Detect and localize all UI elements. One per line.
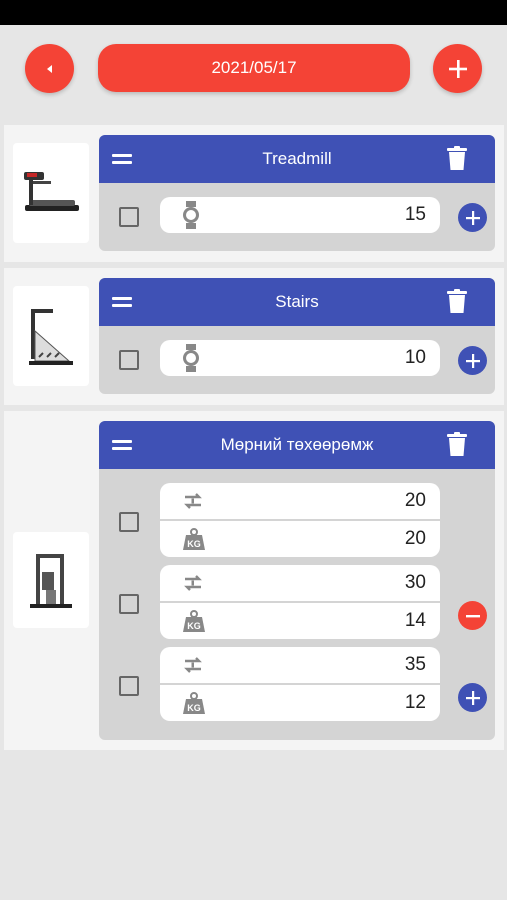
- duration-value: 10: [404, 347, 426, 368]
- set-fields: 20 KG 20: [160, 483, 440, 559]
- treadmill-image: [13, 143, 89, 243]
- plus-icon: [465, 353, 480, 368]
- reps-value: 35: [404, 654, 426, 675]
- exercise-title: Мөрний төхөөрөмж: [220, 435, 374, 454]
- minus-icon: [465, 614, 480, 617]
- plus-icon: [448, 59, 467, 78]
- set-checkbox[interactable]: [119, 350, 139, 370]
- kg-weight-icon: KG: [183, 610, 205, 632]
- trash-icon[interactable]: [447, 289, 467, 313]
- duration-value: 15: [404, 204, 426, 225]
- weight-value: 20: [404, 528, 426, 549]
- duration-field[interactable]: 15: [160, 197, 440, 233]
- watch-icon: [183, 201, 199, 229]
- weight-field[interactable]: KG 14: [160, 603, 440, 639]
- weight-field[interactable]: KG 12: [160, 685, 440, 721]
- trash-icon[interactable]: [447, 432, 467, 456]
- set-fields: 35 KG 12: [160, 647, 440, 723]
- reps-value: 20: [404, 490, 426, 511]
- exercise-card: Treadmill 15: [4, 125, 504, 262]
- kg-weight-icon: KG: [183, 528, 205, 550]
- weight-field[interactable]: KG 20: [160, 521, 440, 557]
- exercise-header: Treadmill: [99, 135, 495, 183]
- set-checkbox[interactable]: [119, 512, 139, 532]
- exercise-panel: Мөрний төхөөрөмж 20 KG 20 30 KG 14 35 KG…: [99, 421, 495, 740]
- back-arrow-icon: [46, 64, 52, 73]
- exercise-card: Мөрний төхөөрөмж 20 KG 20 30 KG 14 35 KG…: [4, 411, 504, 750]
- exercise-header: Мөрний төхөөрөмж: [99, 421, 495, 469]
- set-checkbox[interactable]: [119, 594, 139, 614]
- exercise-title: Stairs: [275, 292, 319, 311]
- duration-field[interactable]: 10: [160, 340, 440, 376]
- date-label: 2021/05/17: [211, 58, 297, 77]
- trash-icon[interactable]: [447, 146, 467, 170]
- set-checkbox[interactable]: [119, 207, 139, 227]
- kg-weight-icon: KG: [183, 692, 205, 714]
- drag-handle-icon[interactable]: [112, 154, 132, 164]
- repeat-icon: [184, 493, 202, 509]
- watch-icon: [183, 344, 199, 372]
- back-button[interactable]: [25, 44, 74, 93]
- date-button[interactable]: 2021/05/17: [98, 44, 410, 92]
- svg-text:KG: KG: [187, 621, 201, 631]
- reps-field[interactable]: 20: [160, 483, 440, 519]
- plus-icon: [465, 690, 480, 705]
- weight-value: 14: [404, 610, 426, 631]
- add-set-button[interactable]: [458, 346, 487, 375]
- shoulder-machine-image: [13, 532, 89, 628]
- repeat-icon: [184, 575, 202, 591]
- exercise-title: Treadmill: [262, 149, 332, 168]
- svg-text:KG: KG: [187, 703, 201, 713]
- set-fields: 30 KG 14: [160, 565, 440, 641]
- drag-handle-icon[interactable]: [112, 440, 132, 450]
- repeat-icon: [184, 657, 202, 673]
- reps-value: 30: [404, 572, 426, 593]
- remove-set-button[interactable]: [458, 601, 487, 630]
- add-set-button[interactable]: [458, 203, 487, 232]
- add-exercise-button[interactable]: [433, 44, 482, 93]
- plus-icon: [465, 210, 480, 225]
- status-bar: [0, 0, 507, 25]
- add-set-button[interactable]: [458, 683, 487, 712]
- exercise-panel: Stairs 10: [99, 278, 495, 394]
- weight-value: 12: [404, 692, 426, 713]
- reps-field[interactable]: 30: [160, 565, 440, 601]
- exercise-header: Stairs: [99, 278, 495, 326]
- stair-climber-image: [13, 286, 89, 386]
- reps-field[interactable]: 35: [160, 647, 440, 683]
- exercise-panel: Treadmill 15: [99, 135, 495, 251]
- set-checkbox[interactable]: [119, 676, 139, 696]
- drag-handle-icon[interactable]: [112, 297, 132, 307]
- svg-text:KG: KG: [187, 539, 201, 549]
- exercise-card: Stairs 10: [4, 268, 504, 405]
